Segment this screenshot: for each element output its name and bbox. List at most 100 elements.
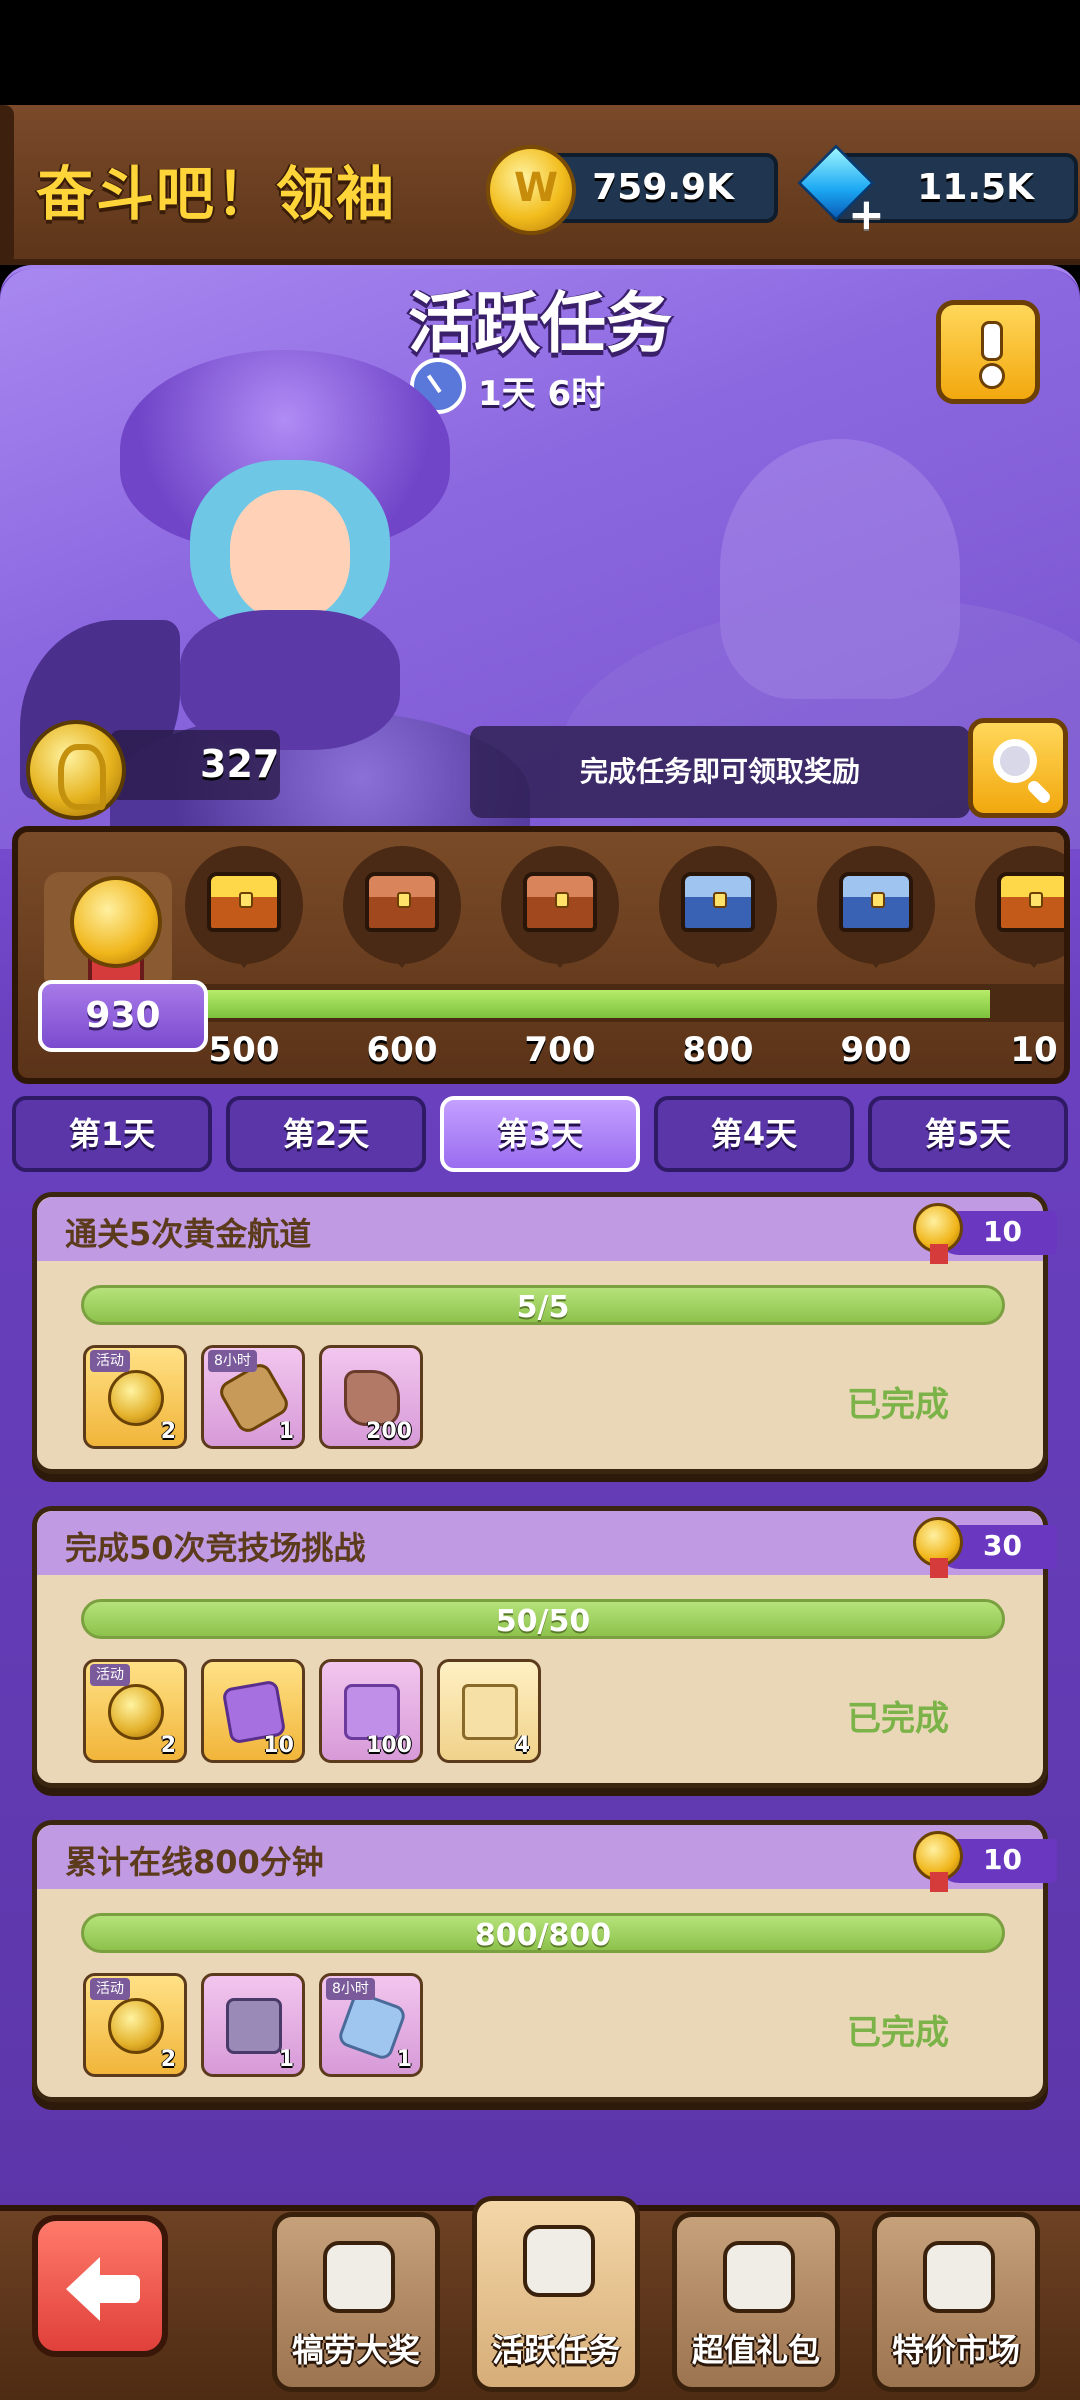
- task-card: 完成50次竞技场挑战 30 50/50 活动 2 10 100 4 已完成: [32, 1506, 1057, 1788]
- medal-icon: [913, 1203, 963, 1264]
- tab-day-2[interactable]: 第2天: [226, 1096, 426, 1172]
- item-quantity: 100: [366, 1733, 412, 1758]
- nav-label: 活跃任务: [491, 2331, 620, 2369]
- task-progress-text: 5/5: [516, 1290, 570, 1325]
- reward-item[interactable]: 活动 2: [83, 1659, 187, 1763]
- reward-item[interactable]: 8小时 1: [319, 1973, 423, 2077]
- reward-wheel-icon: [323, 2241, 395, 2313]
- task-progress-bar: 800/800: [81, 1913, 1005, 1953]
- milestone-label: 700: [524, 1030, 596, 1070]
- gold-chest-icon: [207, 872, 281, 932]
- tab-day-3[interactable]: 第3天: [440, 1096, 640, 1172]
- nav-gift-pack[interactable]: 超值礼包: [672, 2212, 840, 2392]
- nav-label: 犒劳大奖: [291, 2331, 420, 2369]
- coin-icon: [108, 1998, 164, 2054]
- reward-item[interactable]: 活动 2: [83, 1973, 187, 2077]
- clipboard-icon: [523, 2225, 595, 2297]
- side-tab-handle[interactable]: [0, 105, 14, 265]
- gem-plus-icon[interactable]: +: [797, 144, 885, 237]
- milestone-chest-4[interactable]: [659, 846, 777, 968]
- coin-icon: [108, 1684, 164, 1740]
- nav-reward[interactable]: 犒劳大奖: [272, 2212, 440, 2392]
- item-quantity: 10: [263, 1733, 294, 1758]
- nav-market[interactable]: 特价市场: [872, 2212, 1040, 2392]
- tab-day-5[interactable]: 第5天: [868, 1096, 1068, 1172]
- task-progress-bar: 5/5: [81, 1285, 1005, 1325]
- back-button[interactable]: [32, 2215, 168, 2357]
- milestone-chest-6[interactable]: [975, 846, 1064, 968]
- task-header: 完成50次竞技场挑战 30: [37, 1511, 1057, 1578]
- task-card: 通关5次黄金航道 10 5/5 活动 2 8小时 1 200 已完成: [32, 1192, 1057, 1474]
- item-quantity: 1: [278, 2047, 294, 2072]
- reward-item[interactable]: 200: [319, 1345, 423, 1449]
- gem-value: 11.5K: [917, 167, 1034, 208]
- top-bar: 奋斗吧！领袖 759.9K 11.5K +: [0, 105, 1080, 265]
- milestone-label: 600: [366, 1030, 438, 1070]
- nav-label: 超值礼包: [691, 2331, 820, 2369]
- gift-box-icon: [723, 2241, 795, 2313]
- task-status: 已完成: [847, 2013, 949, 2053]
- milestone-bar-fill: [198, 990, 990, 1018]
- item-tag: 8小时: [208, 1350, 257, 1372]
- item-quantity: 4: [514, 1733, 530, 1758]
- item-tag: 活动: [90, 1978, 130, 2000]
- item-quantity: 2: [160, 1733, 176, 1758]
- reward-item[interactable]: 8小时 1: [201, 1345, 305, 1449]
- milestone-chest-1[interactable]: [185, 846, 303, 968]
- magnifier-icon: [993, 739, 1037, 783]
- blue-chest-icon: [681, 872, 755, 932]
- item-quantity: 1: [396, 2047, 412, 2072]
- chest-lock: [397, 892, 411, 908]
- milestone-label: 10: [1010, 1030, 1058, 1070]
- task-progress-bar: 50/50: [81, 1599, 1005, 1639]
- bronze-chest-icon: [523, 872, 597, 932]
- item-quantity: 2: [160, 1419, 176, 1444]
- item-tag: 活动: [90, 1664, 130, 1686]
- task-card: 累计在线800分钟 10 800/800 活动 2 1 8小时 1 已完成: [32, 1820, 1057, 2102]
- bronze-chest-icon: [365, 872, 439, 932]
- gold-value: 759.9K: [592, 167, 734, 208]
- search-button[interactable]: [968, 718, 1068, 818]
- reward-item[interactable]: 1: [201, 1973, 305, 2077]
- tab-day-4[interactable]: 第4天: [654, 1096, 854, 1172]
- chest-lock: [239, 892, 253, 908]
- milestone-label: 900: [840, 1030, 912, 1070]
- milestone-chest-5[interactable]: [817, 846, 935, 968]
- item-quantity: 1: [278, 1419, 294, 1444]
- game-title: 奋斗吧！领袖: [36, 160, 397, 228]
- gold-chest-icon: [997, 872, 1064, 932]
- task-status: 已完成: [847, 1385, 949, 1425]
- reward-item[interactable]: 100: [319, 1659, 423, 1763]
- medal-icon: [913, 1831, 963, 1892]
- ore-icon: [344, 1370, 400, 1426]
- task-progress-text: 50/50: [495, 1604, 591, 1639]
- task-reward-value: 10: [983, 1843, 1022, 1876]
- day-tabs: 第1天 第2天 第3天 第4天 第5天: [12, 1096, 1070, 1174]
- points-value: 327: [200, 742, 280, 786]
- info-button[interactable]: [936, 300, 1040, 404]
- task-status: 已完成: [847, 1699, 949, 1739]
- milestone-label: 500: [208, 1030, 280, 1070]
- item-quantity: 2: [160, 2047, 176, 2072]
- reward-item[interactable]: 4: [437, 1659, 541, 1763]
- item-tag: 活动: [90, 1350, 130, 1372]
- reward-item[interactable]: 活动 2: [83, 1345, 187, 1449]
- task-title: 累计在线800分钟: [65, 1843, 324, 1881]
- nav-label: 特价市场: [891, 2331, 1020, 2369]
- reward-item[interactable]: 10: [201, 1659, 305, 1763]
- milestone-chest-2[interactable]: [343, 846, 461, 968]
- shop-icon: [923, 2241, 995, 2313]
- task-title: 通关5次黄金航道: [65, 1215, 312, 1253]
- task-header: 累计在线800分钟 10: [37, 1825, 1057, 1892]
- milestone-chest-3[interactable]: [501, 846, 619, 968]
- chest-lock: [713, 892, 727, 908]
- nav-active-tasks[interactable]: 活跃任务: [472, 2196, 640, 2392]
- medal-icon: [70, 876, 162, 968]
- tab-day-1[interactable]: 第1天: [12, 1096, 212, 1172]
- blue-chest-icon: [839, 872, 913, 932]
- task-reward-value: 10: [983, 1215, 1022, 1248]
- milestone-track: 930 500 600 700 800 900 10: [12, 826, 1070, 1084]
- milestone-label: 800: [682, 1030, 754, 1070]
- current-score: 930: [38, 980, 208, 1052]
- hint-text: 完成任务即可领取奖励: [470, 726, 970, 818]
